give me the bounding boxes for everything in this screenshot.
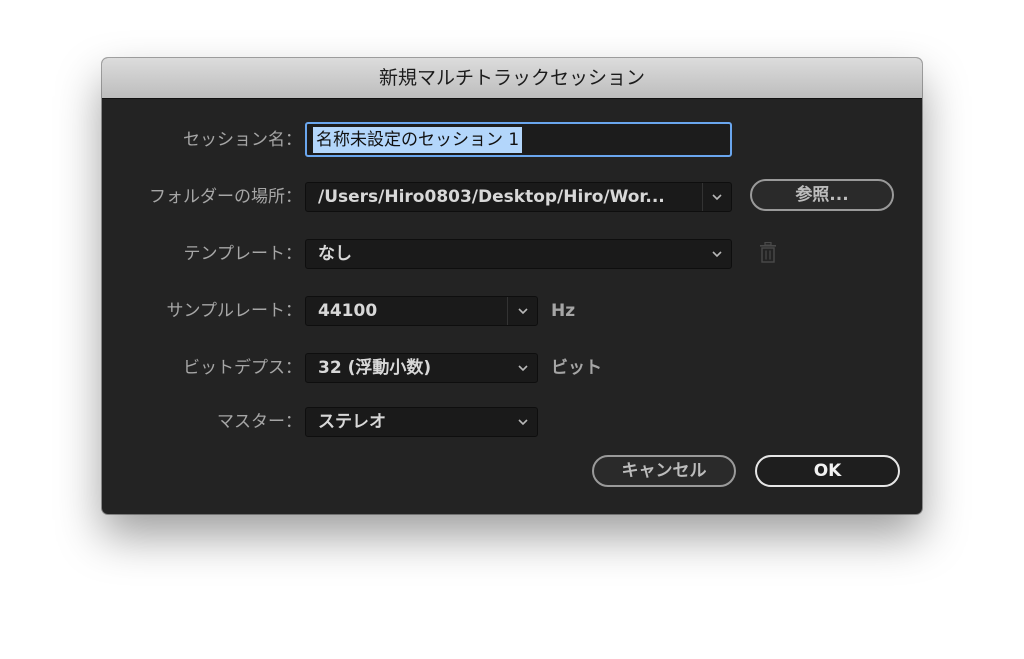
dialog-title: 新規マルチトラックセッション [102, 58, 922, 99]
dropdown-divider [702, 183, 703, 211]
session-name-value: 名称未設定のセッション 1 [313, 127, 523, 153]
template-label: テンプレート： [183, 244, 303, 264]
master-value: ステレオ [318, 412, 386, 432]
bit-depth-unit: ビット [551, 358, 602, 378]
cancel-button[interactable]: キャンセル [592, 455, 736, 487]
sample-rate-label: サンプルレート： [166, 301, 303, 321]
chevron-down-icon [712, 194, 722, 201]
dropdown-divider [507, 297, 508, 325]
sample-rate-combobox[interactable]: 44100 [305, 296, 538, 326]
folder-location-dropdown[interactable]: /Users/Hiro0803/Desktop/Hiro/Wor... [305, 182, 732, 212]
bit-depth-label: ビットデプス： [183, 358, 302, 378]
master-label: マスター： [217, 412, 302, 432]
chevron-down-icon [518, 419, 528, 426]
chevron-down-icon [712, 251, 722, 258]
chevron-down-icon [518, 308, 528, 315]
bit-depth-dropdown[interactable]: 32 (浮動小数) [305, 353, 538, 383]
browse-button[interactable]: 参照... [750, 179, 894, 211]
sample-rate-unit: Hz [551, 301, 576, 321]
chevron-down-icon [518, 365, 528, 372]
sample-rate-value: 44100 [318, 301, 378, 321]
template-dropdown[interactable]: なし [305, 239, 732, 269]
master-dropdown[interactable]: ステレオ [305, 407, 538, 437]
ok-button[interactable]: OK [755, 455, 900, 487]
trash-icon[interactable] [758, 242, 778, 264]
template-value: なし [318, 244, 352, 264]
bit-depth-value: 32 (浮動小数) [318, 358, 432, 378]
session-name-label: セッション名： [183, 130, 302, 150]
folder-location-value: /Users/Hiro0803/Desktop/Hiro/Wor... [318, 187, 665, 207]
folder-location-label: フォルダーの場所： [149, 187, 302, 207]
new-multitrack-session-dialog: 新規マルチトラックセッション セッション名： 名称未設定のセッション 1 フォル… [102, 58, 922, 514]
session-name-input[interactable]: 名称未設定のセッション 1 [305, 122, 732, 157]
